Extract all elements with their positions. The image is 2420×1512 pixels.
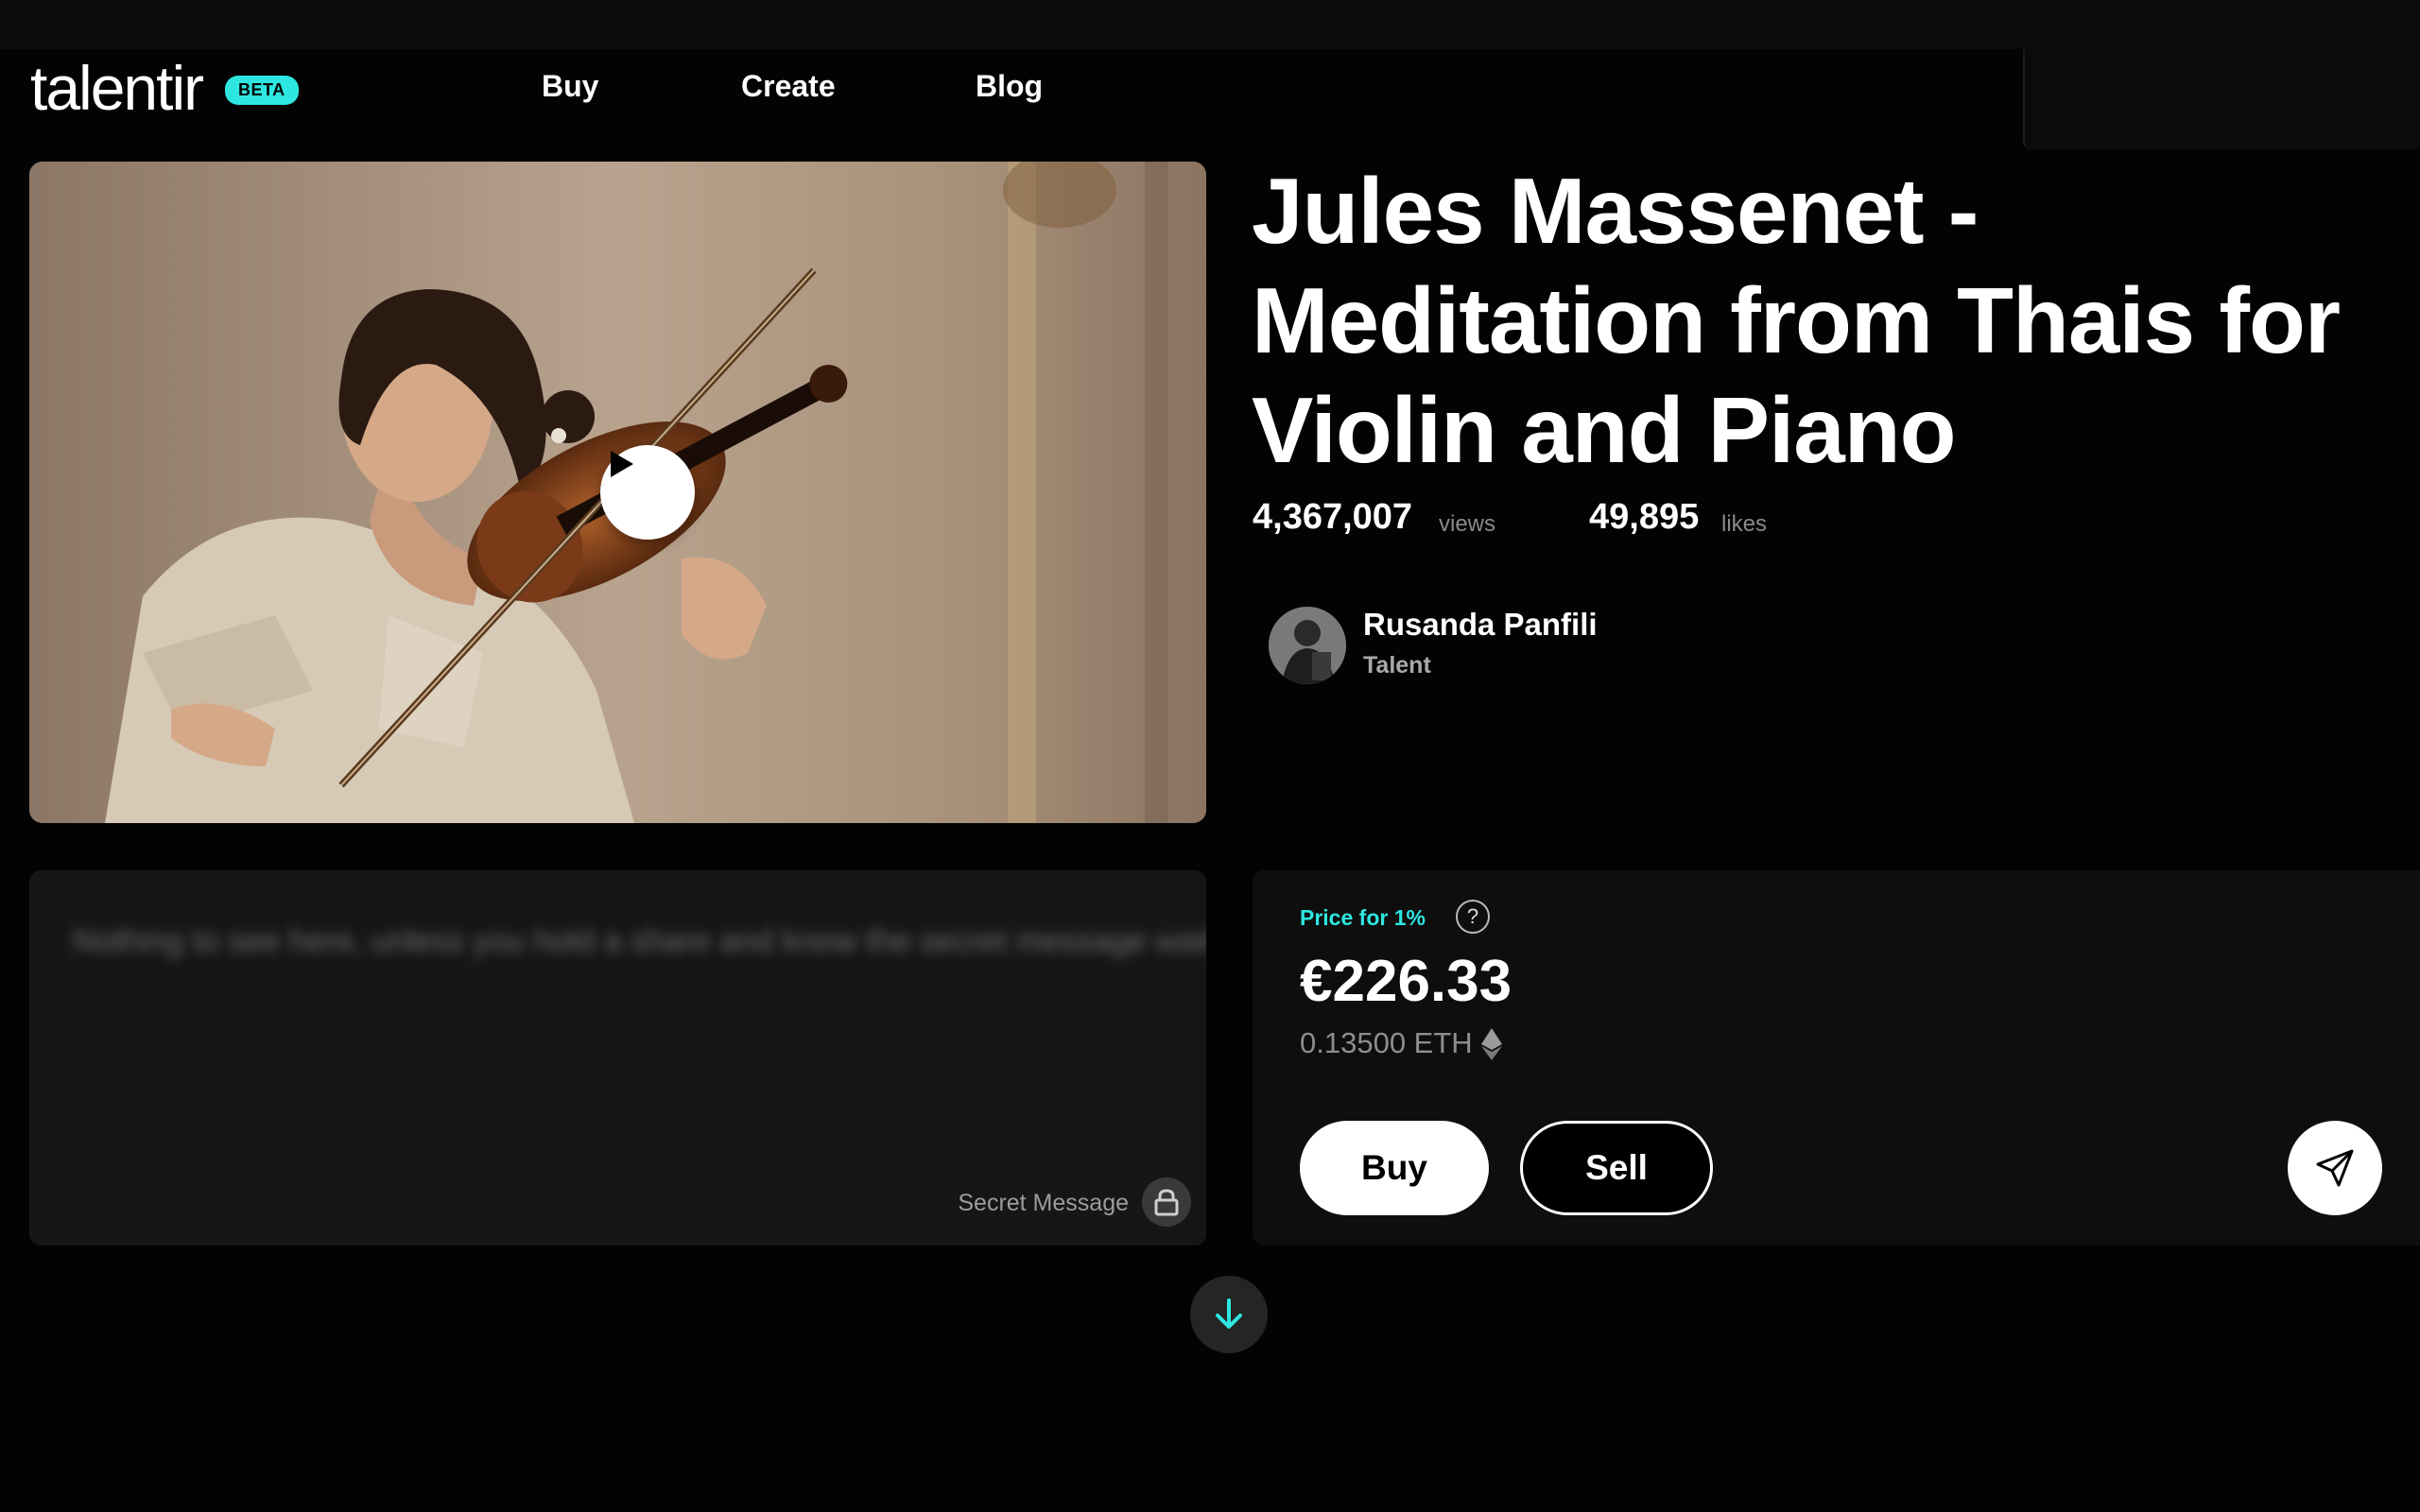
views-label: views xyxy=(1439,511,1496,537)
logo[interactable]: talentir xyxy=(30,51,204,125)
secret-message-card: Nothing to see here, unless you hold a s… xyxy=(29,870,1206,1246)
artist-name[interactable]: Rusanda Panfili xyxy=(1363,607,1598,643)
likes-label: likes xyxy=(1721,511,1768,537)
nav-blog[interactable]: Blog xyxy=(976,49,1043,123)
beta-badge: BETA xyxy=(225,76,299,105)
secret-message-label: Secret Message xyxy=(958,1190,1129,1216)
lock-icon xyxy=(1142,1177,1191,1227)
price-label: Price for 1% xyxy=(1300,905,1426,930)
sell-button[interactable]: Sell xyxy=(1520,1121,1713,1215)
price-eth: 0.13500 ETH xyxy=(1300,1026,1473,1059)
nav-buy[interactable]: Buy xyxy=(542,49,598,123)
video-player[interactable] xyxy=(29,162,1206,823)
play-icon xyxy=(611,451,633,477)
account-panel xyxy=(2023,49,2420,149)
buy-button[interactable]: Buy xyxy=(1300,1121,1489,1215)
nav-create[interactable]: Create xyxy=(741,49,836,123)
likes-count: 49,895 xyxy=(1589,497,1700,537)
play-button[interactable] xyxy=(600,445,695,540)
artist-role: Talent xyxy=(1363,652,1431,679)
help-icon[interactable]: ? xyxy=(1456,900,1490,934)
site-header: talentir BETA Buy Create Blog xyxy=(0,49,2023,123)
price-card: Price for 1% ? €226.33 0.13500 ETH Buy S… xyxy=(1253,870,2420,1246)
ethereum-icon xyxy=(1481,1028,1502,1060)
top-strip xyxy=(0,0,2420,49)
price-eur: €226.33 xyxy=(1300,949,1512,1014)
secret-message-text: Nothing to see here, unless you hold a s… xyxy=(73,923,1206,959)
views-count: 4,367,007 xyxy=(1253,497,1413,537)
share-button[interactable] xyxy=(2288,1121,2382,1215)
video-title: Jules Massenet - Meditation from Thais f… xyxy=(1252,159,2341,482)
send-icon xyxy=(2316,1149,2354,1187)
scroll-down-button[interactable] xyxy=(1190,1276,1268,1353)
arrow-down-icon xyxy=(1216,1298,1242,1329)
avatar[interactable] xyxy=(1269,607,1346,684)
